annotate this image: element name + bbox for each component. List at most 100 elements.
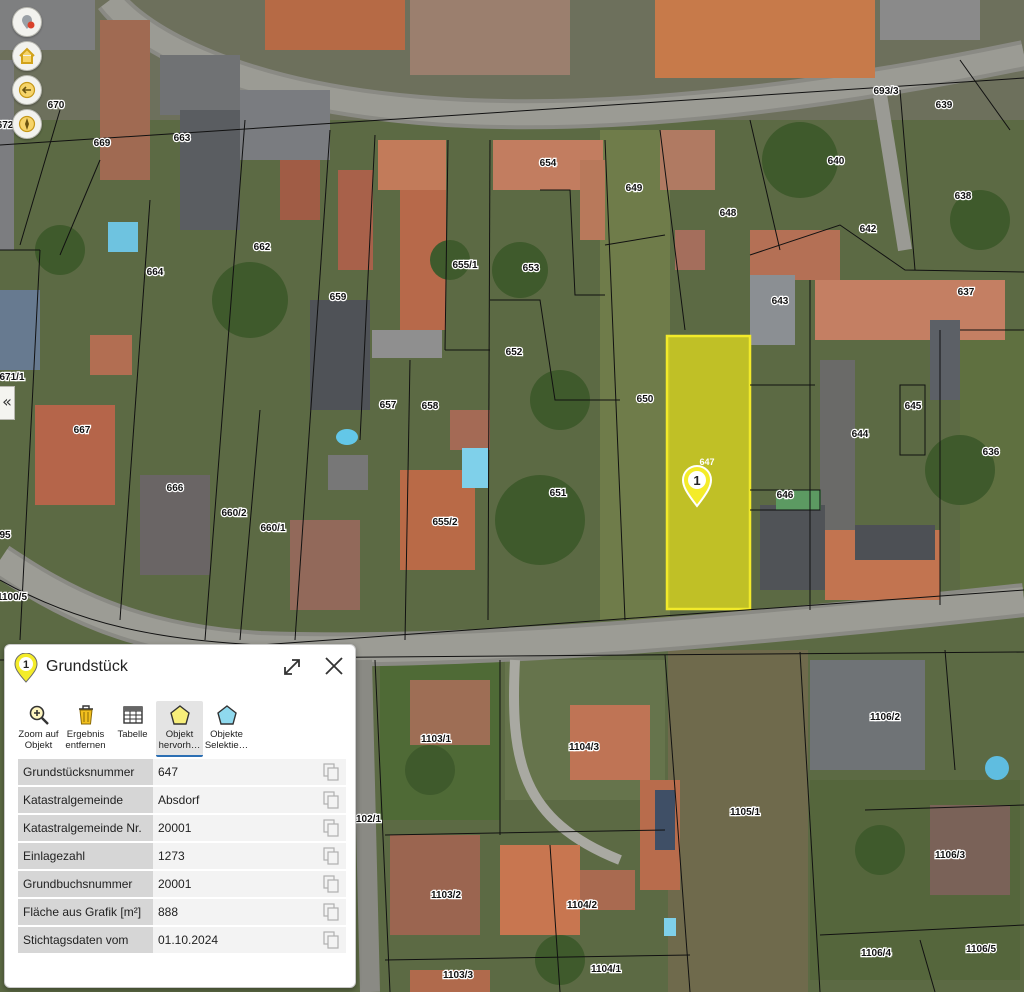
zoom-to-object-button[interactable]: Zoom auf Objekt: [15, 701, 62, 757]
parcel-label: 1106/2: [870, 712, 900, 723]
close-icon[interactable]: [323, 655, 345, 677]
attribute-value: 888: [153, 898, 316, 927]
panel-header: 1 Grundstück: [5, 645, 355, 689]
attribute-row: Stichtagsdaten vom 01.10.2024: [18, 926, 346, 955]
parcel-label: 667: [74, 425, 91, 436]
parcel-label: 648: [720, 208, 737, 219]
attribute-value: Absdorf: [153, 786, 316, 815]
copy-button[interactable]: [316, 926, 346, 955]
panel-toolbar: Zoom auf Objekt Ergebnis entfernen Tabelle…: [15, 701, 250, 757]
highlight-pentagon-icon: [169, 705, 190, 725]
parcel-label: 660/2: [221, 508, 246, 519]
copy-button[interactable]: [316, 870, 346, 899]
marker-pin-icon: 1: [14, 653, 38, 683]
parcel-label: 637: [958, 287, 975, 298]
attribute-key: Katastralgemeinde Nr.: [18, 814, 153, 843]
copy-icon: [323, 931, 339, 949]
parcel-label: 639: [936, 100, 953, 111]
parcel-label: 646: [777, 490, 794, 501]
select-objects-button[interactable]: Objekte Selektie…: [203, 701, 250, 757]
copy-icon: [323, 903, 339, 921]
parcel-label: 658: [422, 401, 439, 412]
copy-button[interactable]: [316, 814, 346, 843]
parcel-label: 1106/4: [861, 948, 891, 959]
parcel-label: 1104/2: [567, 900, 597, 911]
panel-title: Grundstück: [46, 658, 128, 675]
tool-label-line1: Zoom auf: [18, 729, 59, 740]
table-button[interactable]: Tabelle: [109, 701, 156, 757]
attribute-key: Katastralgemeinde: [18, 786, 153, 815]
panel-marker-number: 1: [23, 659, 29, 671]
home-icon: [19, 47, 35, 64]
tool-label-line2: Selektie…: [204, 740, 249, 751]
attribute-value: 01.10.2024: [153, 926, 316, 955]
parcel-label: 652: [506, 347, 523, 358]
attribute-table: Grundstücksnummer 647 Katastralgemeinde Abs…: [18, 759, 346, 955]
parcel-label: 651: [550, 488, 567, 499]
trash-icon: [78, 705, 93, 725]
attribute-value: 647: [153, 759, 316, 787]
parcel-label: 638: [955, 191, 972, 202]
parcel-label: 654: [540, 158, 557, 169]
tool-label-line2: Objekt: [24, 740, 53, 751]
expand-sidebar-button[interactable]: «: [0, 386, 15, 420]
parcel-label: 1105/1: [730, 807, 760, 818]
location-button[interactable]: [12, 7, 42, 37]
parcel-label: 1106/5: [966, 944, 996, 955]
parcel-label: 643: [772, 296, 789, 307]
parcel-label: 1100/5: [0, 592, 27, 603]
attribute-key: Grundbuchsnummer: [18, 870, 153, 899]
copy-icon: [323, 819, 339, 837]
parcel-label: 642: [860, 224, 877, 235]
parcel-label: 669: [94, 138, 111, 149]
location-icon: [22, 15, 35, 29]
copy-icon: [323, 847, 339, 865]
table-icon: [122, 706, 143, 724]
parcel-label: 670: [48, 100, 65, 111]
parcel-label: 664: [147, 267, 164, 278]
parcel-label: 1104/1: [591, 964, 621, 975]
copy-button[interactable]: [316, 786, 346, 815]
zoom-in-icon: [29, 705, 49, 725]
attribute-row: Fläche aus Grafik [m²] 888: [18, 898, 346, 927]
parcel-label: 663: [174, 133, 191, 144]
selected-parcel-label: 647: [699, 457, 714, 467]
parcel-label: 660/1: [260, 523, 285, 534]
parcel-label: 662: [254, 242, 271, 253]
parcel-label: 655/2: [432, 517, 457, 528]
feature-info-panel: 1 Grundstück Zoom auf Objekt Ergebnis entf…: [4, 644, 356, 988]
parcel-label: 1103/2: [431, 890, 461, 901]
parcel-label: 659: [330, 292, 347, 303]
attribute-value: 20001: [153, 870, 316, 899]
parcel-label: 640: [828, 156, 845, 167]
attribute-value: 1273: [153, 842, 316, 871]
attribute-key: Grundstücksnummer: [18, 759, 153, 787]
attribute-key: Einlagezahl: [18, 842, 153, 871]
parcel-label: 671/1: [0, 372, 25, 383]
attribute-row: Grundstücksnummer 647: [18, 759, 346, 787]
parcel-label: 1103/3: [443, 970, 473, 981]
tool-label-line2: hervorh…: [158, 740, 201, 751]
tool-label-line1: Tabelle: [117, 729, 148, 740]
parcel-label: 1106/3: [935, 850, 965, 861]
compass-button[interactable]: [12, 109, 42, 139]
copy-button[interactable]: [316, 842, 346, 871]
parcel-label: 693/3: [873, 86, 898, 97]
copy-button[interactable]: [316, 898, 346, 927]
attribute-value: 20001: [153, 814, 316, 843]
copy-button[interactable]: [316, 759, 346, 787]
parcel-label: 649: [626, 183, 643, 194]
parcel-label: 95: [0, 530, 11, 541]
expand-icon[interactable]: [281, 656, 303, 678]
highlight-object-button[interactable]: Objekt hervorh…: [156, 701, 203, 757]
select-pentagon-icon: [216, 705, 237, 725]
copy-icon: [323, 763, 339, 781]
parcel-label: 644: [852, 429, 869, 440]
remove-result-button[interactable]: Ergebnis entfernen: [62, 701, 109, 757]
parcel-label: 645: [905, 401, 922, 412]
parcel-label: 1104/3: [569, 742, 599, 753]
copy-icon: [323, 875, 339, 893]
back-button[interactable]: [12, 75, 42, 105]
home-button[interactable]: [12, 41, 42, 71]
tool-label-line1: Ergebnis: [66, 729, 105, 740]
